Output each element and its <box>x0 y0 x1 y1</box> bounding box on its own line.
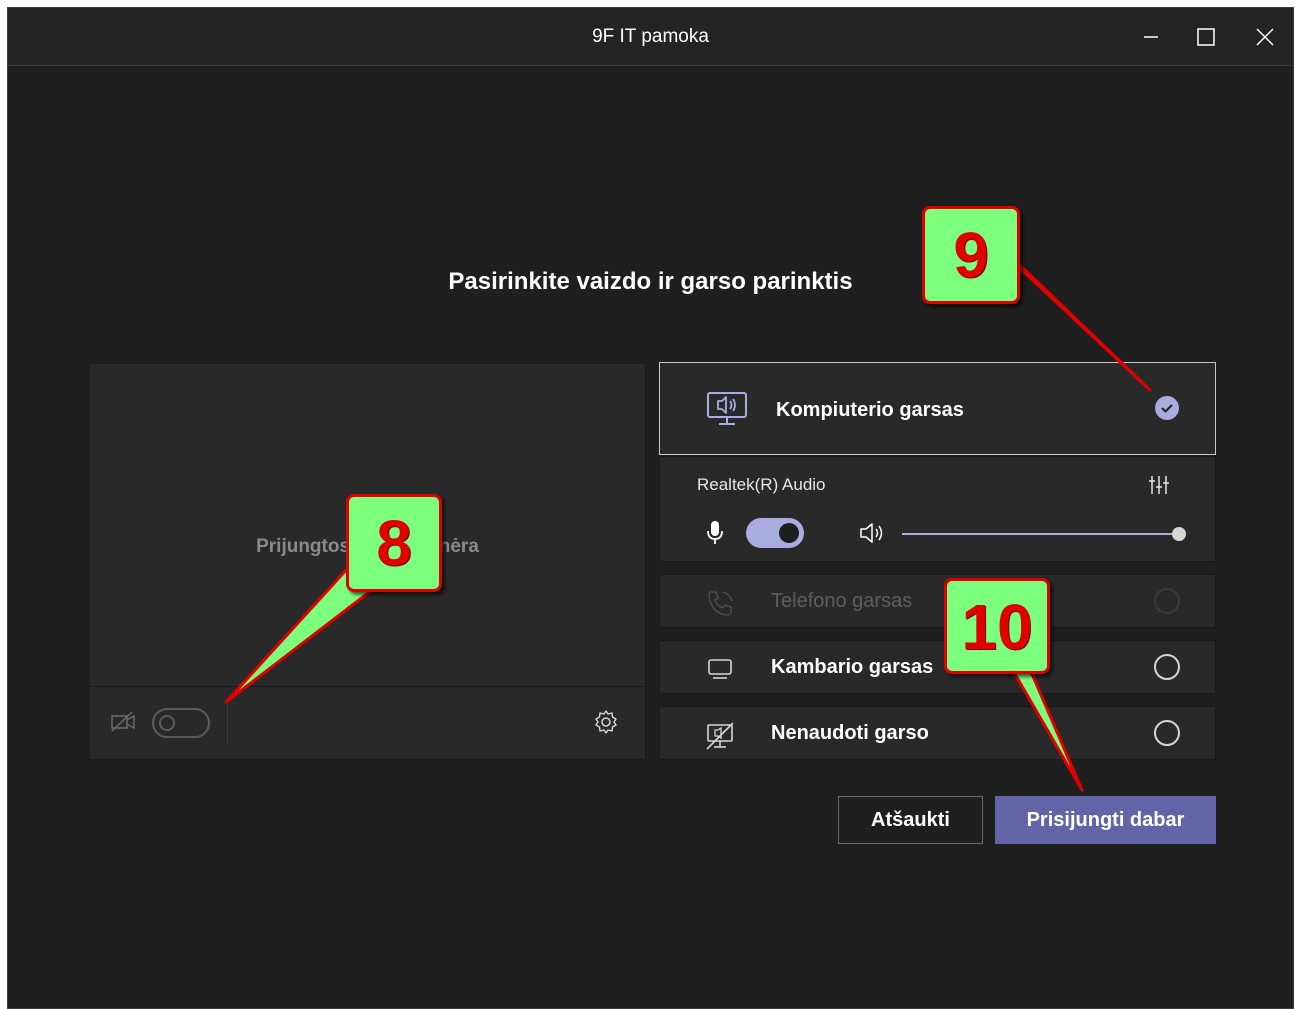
callout-9: 9 <box>922 206 1020 304</box>
callout-8: 8 <box>346 494 442 592</box>
annotation-arrows <box>224 246 1152 792</box>
callout-10: 10 <box>944 578 1050 674</box>
